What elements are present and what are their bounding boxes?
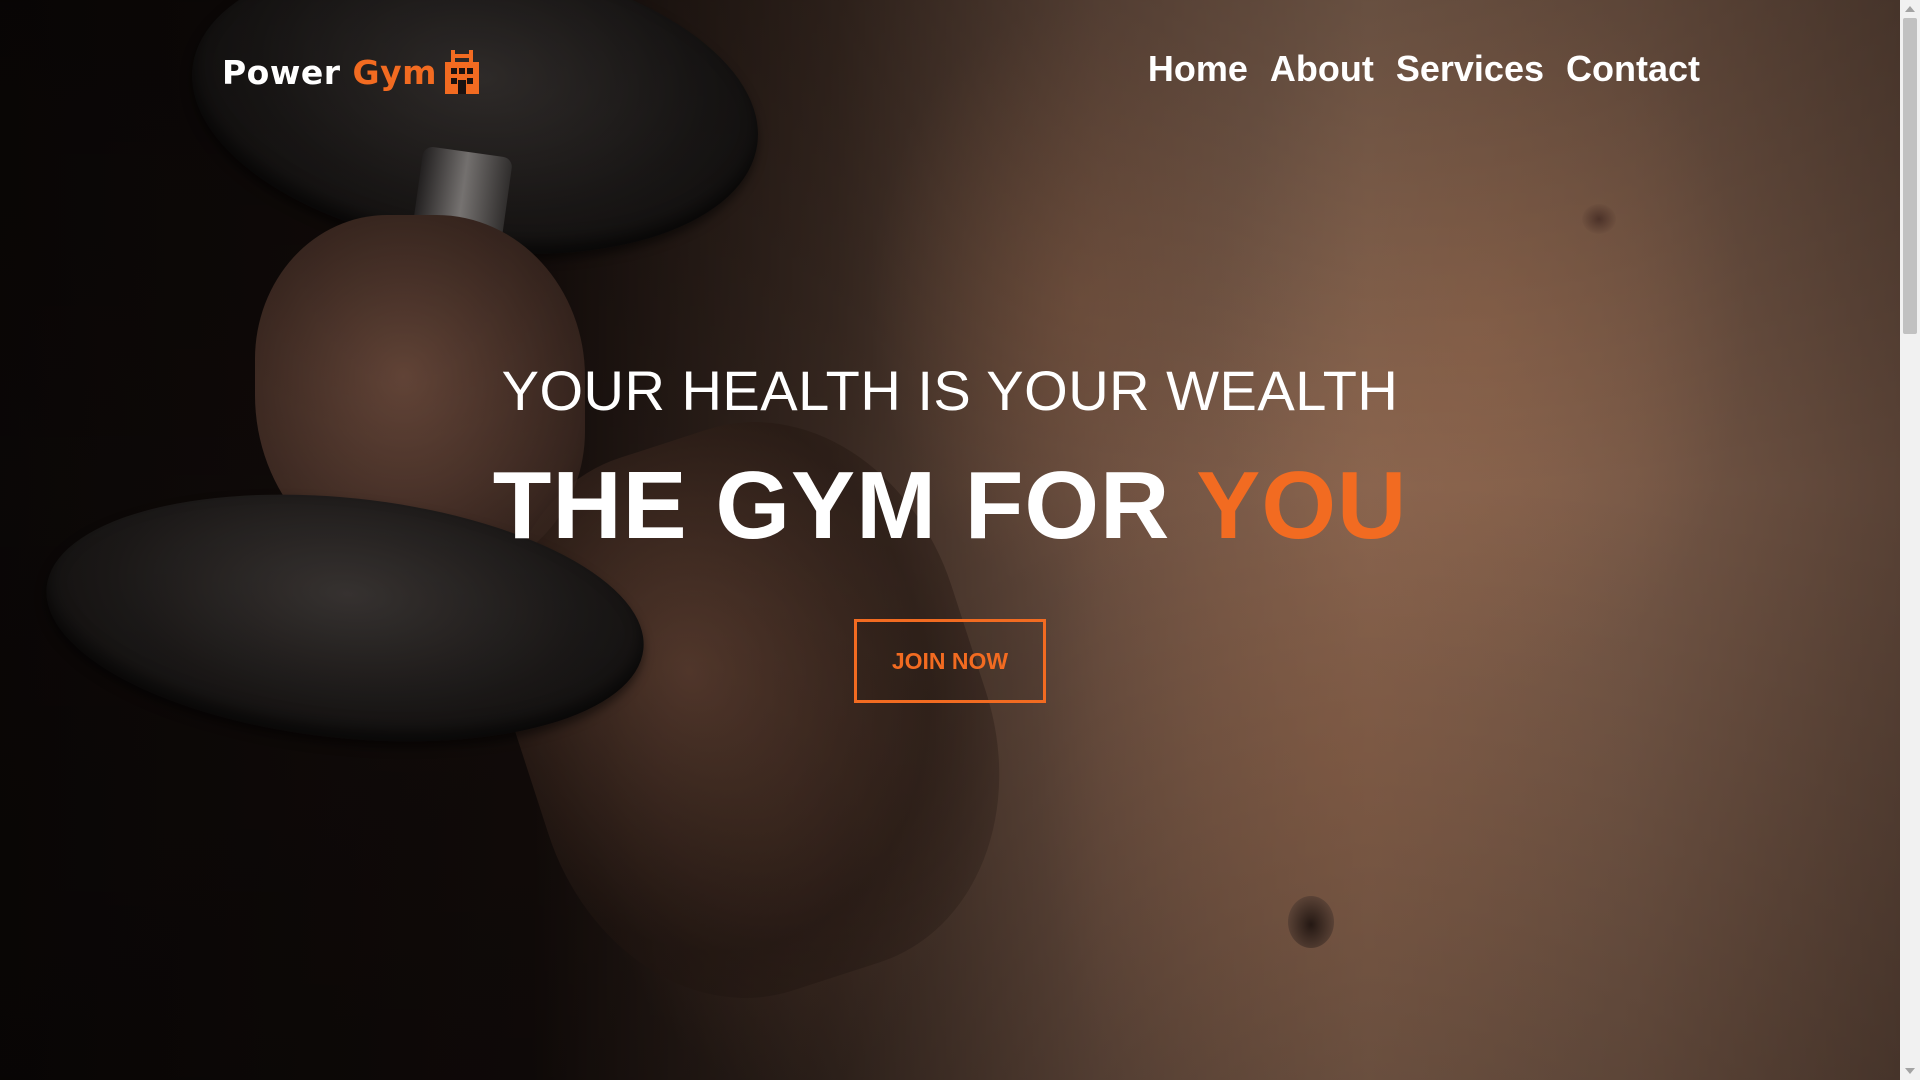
hero-heading-accent: YOU [1196, 452, 1408, 559]
hero-heading: THE GYM FOR YOU [0, 451, 1900, 561]
gym-building-icon [443, 48, 481, 96]
logo-word-gym: Gym [352, 52, 437, 92]
scrollbar-thumb[interactable] [1903, 18, 1917, 334]
nav-home[interactable]: Home [1148, 48, 1248, 90]
logo-word-power: Power [222, 52, 341, 92]
scroll-up-arrow-icon[interactable] [1905, 6, 1915, 12]
hero-heading-main: THE GYM FOR [492, 452, 1197, 559]
nav-services[interactable]: Services [1396, 48, 1544, 90]
page: Power Gym Home About Services Contact YO… [0, 0, 1920, 1080]
nav-about[interactable]: About [1270, 48, 1374, 90]
hero-section: YOUR HEALTH IS YOUR WEALTH THE GYM FOR Y… [0, 358, 1900, 703]
page-scrollbar[interactable] [1900, 0, 1920, 1080]
logo[interactable]: Power Gym [222, 48, 481, 96]
join-now-button[interactable]: JOIN NOW [854, 619, 1046, 703]
nav-contact[interactable]: Contact [1566, 48, 1700, 90]
hero-tagline: YOUR HEALTH IS YOUR WEALTH [501, 359, 1399, 422]
main-nav: Home About Services Contact [1148, 48, 1700, 90]
scroll-down-arrow-icon[interactable] [1905, 1068, 1915, 1074]
